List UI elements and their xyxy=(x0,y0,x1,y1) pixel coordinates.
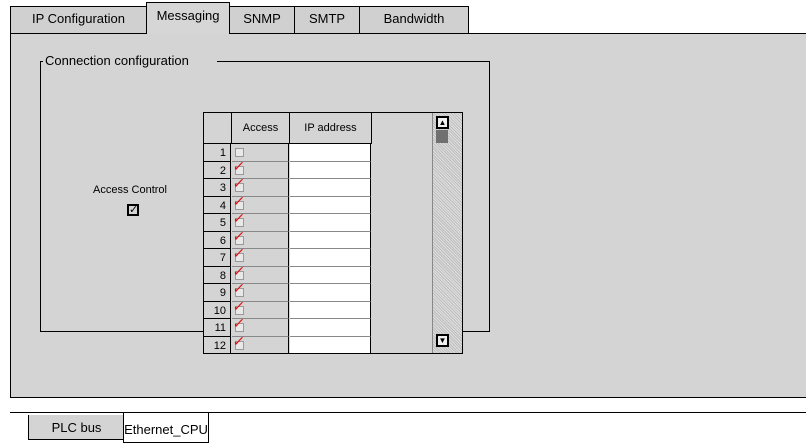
table-row: 2 ✓ xyxy=(204,157,372,179)
table-row: 6 ✓ xyxy=(204,227,372,249)
table-row: 11 ✓ xyxy=(204,315,372,337)
ip-address-cell[interactable] xyxy=(290,301,371,319)
row-number: 6 xyxy=(204,231,231,249)
scroll-down-arrow-icon[interactable]: ▼ xyxy=(436,334,449,347)
red-check-icon: ✓ xyxy=(231,192,247,209)
table-row: 1 xyxy=(204,144,372,162)
ip-address-cell[interactable] xyxy=(290,231,371,249)
column-header-ip-address: IP address xyxy=(290,113,372,143)
access-cell[interactable]: ✓ xyxy=(231,332,289,353)
table-row: 3 ✓ xyxy=(204,175,372,197)
ip-address-cell[interactable] xyxy=(290,284,371,302)
red-check-icon: ✓ xyxy=(231,262,247,279)
table-row: 4 ✓ xyxy=(204,192,372,214)
ip-address-cell[interactable] xyxy=(290,266,371,284)
tab-ip-configuration[interactable]: IP Configuration xyxy=(10,6,147,33)
red-check-icon: ✓ xyxy=(231,245,247,261)
ip-address-cell[interactable] xyxy=(290,179,371,197)
row-number: 1 xyxy=(204,144,231,162)
table-row: 7 ✓ xyxy=(204,245,372,267)
ip-address-cell[interactable] xyxy=(290,214,371,232)
red-check-icon: ✓ xyxy=(231,210,247,226)
table-row: 10 ✓ xyxy=(204,297,372,319)
tab-ethernet-cpu[interactable]: Ethernet_CPU xyxy=(123,413,209,443)
tab-snmp[interactable]: SNMP xyxy=(229,6,295,33)
access-checkbox[interactable] xyxy=(235,148,244,157)
scroll-thumb[interactable] xyxy=(436,130,448,143)
vertical-scrollbar[interactable]: ▲ ▼ xyxy=(432,113,462,353)
ip-address-cell[interactable] xyxy=(290,249,371,267)
ip-address-cell[interactable] xyxy=(290,319,371,337)
row-number: 8 xyxy=(204,266,231,284)
messaging-panel: Connection configuration Access Control … xyxy=(10,33,806,398)
access-control-label: Access Control xyxy=(93,184,167,196)
grid-header: Access IP address xyxy=(204,113,372,144)
red-check-icon: ✓ xyxy=(231,175,247,191)
tab-messaging[interactable]: Messaging xyxy=(146,2,230,34)
red-check-icon: ✓ xyxy=(231,297,247,314)
row-number: 7 xyxy=(204,249,231,267)
access-control-checkbox[interactable]: ✓ xyxy=(127,204,139,216)
scroll-up-arrow-icon[interactable]: ▲ xyxy=(436,116,449,129)
tab-bandwidth[interactable]: Bandwidth xyxy=(359,6,469,33)
table-row: 12 ✓ xyxy=(204,332,372,353)
connection-configuration-group: Connection configuration Access Control … xyxy=(40,52,490,354)
row-number: 9 xyxy=(204,284,231,302)
row-number: 12 xyxy=(204,336,231,353)
row-number: 3 xyxy=(204,179,231,197)
red-check-icon: ✓ xyxy=(231,227,247,244)
row-number: 2 xyxy=(204,161,231,179)
row-number: 11 xyxy=(204,319,231,337)
row-number: 5 xyxy=(204,214,231,232)
tab-plc-bus[interactable]: PLC bus xyxy=(28,415,124,440)
ip-address-cell[interactable] xyxy=(290,196,371,214)
table-row: 8 ✓ xyxy=(204,262,372,284)
ip-address-cell[interactable] xyxy=(290,336,371,353)
grid-corner xyxy=(204,113,232,143)
table-row: 5 ✓ xyxy=(204,210,372,232)
access-grid: Access IP address 1 2 ✓ 3 ✓ 4 ✓ 5 ✓ 6 ✓ 7 ✓ 8 ✓ 9 ✓ 10 ✓ 11… xyxy=(203,112,463,354)
row-number: 10 xyxy=(204,301,231,319)
check-mark-icon: ✓ xyxy=(129,204,139,216)
row-number: 4 xyxy=(204,196,231,214)
red-check-icon: ✓ xyxy=(231,157,247,174)
ip-address-cell[interactable] xyxy=(290,144,371,162)
table-row: 9 ✓ xyxy=(204,280,372,302)
red-check-icon: ✓ xyxy=(231,315,247,331)
red-check-icon: ✓ xyxy=(231,280,247,296)
grid-rows: 1 2 ✓ 3 ✓ 4 ✓ 5 ✓ 6 ✓ 7 ✓ 8 ✓ 9 ✓ 10 ✓ 11 ✓ 12 ✓ xyxy=(204,144,372,353)
tab-smtp[interactable]: SMTP xyxy=(294,6,360,33)
red-check-icon: ✓ xyxy=(231,332,247,349)
column-header-access: Access xyxy=(232,113,290,143)
ip-address-cell[interactable] xyxy=(290,161,371,179)
group-title: Connection configuration xyxy=(43,52,217,70)
